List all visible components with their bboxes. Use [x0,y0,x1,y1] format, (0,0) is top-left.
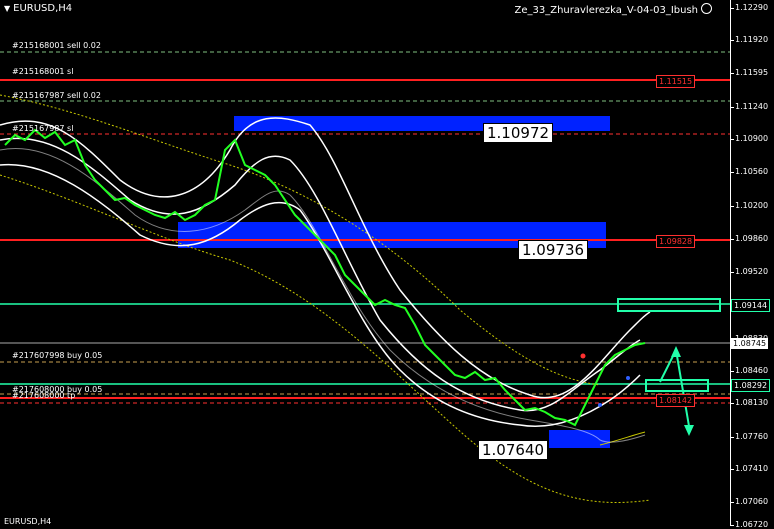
supply-zone-upper[interactable] [234,116,610,131]
price-candles[interactable] [4,128,646,427]
target-box-lower[interactable] [645,379,709,392]
bottom-symbol-label: EURUSD,H4 [4,517,52,526]
forecast-arrow-head-down [684,425,694,436]
axis-tick: 1.10900 [729,134,769,143]
order-label-sl-2: #215167987 sl [12,124,74,133]
axis-tick: 1.07410 [729,464,769,473]
expert-advisor-label[interactable]: Ze_33_Zhuravlerezka_V-04-03_Ibush [515,3,712,16]
axis-tick: 1.09860 [729,234,769,243]
buy-marker-3[interactable] [598,403,602,407]
band-middle [0,137,641,412]
annotation-middle-zone[interactable]: 1.09736 [518,240,589,260]
price-label-sl-upper: 1.11515 [656,75,696,88]
axis-tick: 1.11240 [729,102,769,111]
axis-tick: 1.10200 [729,201,769,210]
forecast-arrow-head-up [671,346,681,357]
price-label-sl-middle: 1.09828 [656,235,696,248]
axis-tick: 1.06720 [729,520,769,529]
axis-tick: 1.11920 [729,35,769,44]
buy-marker-2[interactable] [626,376,630,380]
annotation-upper-zone[interactable]: 1.10972 [483,123,554,143]
axis-tick: 1.08130 [729,398,769,407]
axis-tick: 1.08460 [729,366,769,375]
buy-marker-1[interactable] [580,353,586,359]
price-label-bid: 1.08745 [731,338,769,349]
axis-tick: 1.09520 [729,267,769,276]
order-label-tp: #217608000 tp [12,391,76,400]
price-label-support: 1.08292 [731,379,771,392]
target-box-upper[interactable] [617,298,721,312]
dropdown-triangle-icon[interactable]: ▼ [4,4,10,13]
order-label-buy-1: #217607998 buy 0.05 [12,351,103,360]
axis-tick: 1.10560 [729,167,769,176]
price-axis[interactable] [730,0,774,526]
axis-tick: 1.12290 [729,3,769,12]
price-label-tp: 1.08142 [656,394,696,407]
chart-symbol: ▼ EURUSD,H4 [4,3,73,14]
annotation-lower-zone[interactable]: 1.07640 [478,440,549,460]
axis-tick: 1.11595 [729,68,769,77]
smiley-icon [701,3,712,14]
order-label-sell-1: #215168001 sell 0.02 [12,41,101,50]
axis-tick: 1.07760 [729,432,769,441]
price-label-resistance: 1.09144 [731,299,771,312]
order-label-sl-1: #215168001 sl [12,67,74,76]
axis-tick: 1.07060 [729,497,769,506]
order-label-sell-2: #215167987 sell 0.02 [12,91,101,100]
